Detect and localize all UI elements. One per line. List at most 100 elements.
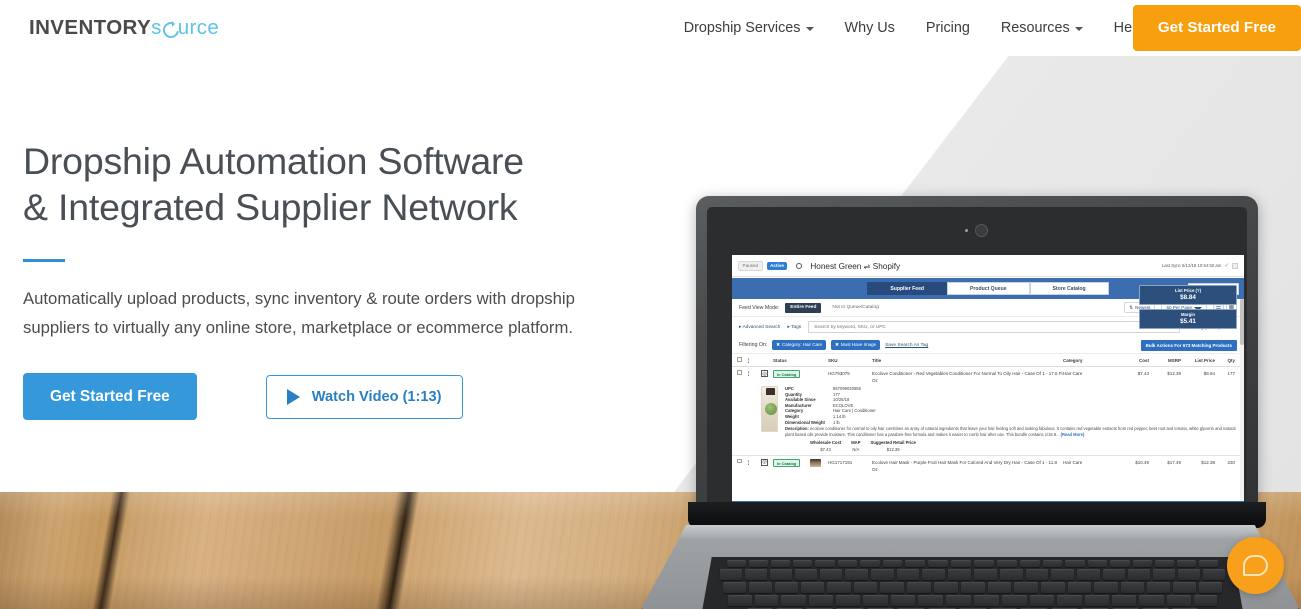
- title-underline-rule: [23, 259, 65, 262]
- preview-icon[interactable]: ◎: [761, 458, 768, 466]
- search-input[interactable]: [814, 324, 1168, 330]
- price-col-wholesale: Wholesale Cost $7.43: [805, 440, 846, 452]
- keyboard-key: [727, 595, 752, 606]
- row-info-cell[interactable]: i: [748, 459, 761, 466]
- keyboard-key: [928, 560, 949, 567]
- feed-mode-not-in-queue[interactable]: Not In Queue/Catalog: [827, 303, 883, 313]
- col-header-title: Title: [872, 357, 882, 363]
- row-checkbox-cell[interactable]: [737, 370, 748, 376]
- laptop-product-screenshot: Paused Active Honest Green ⇌ Shopify Las…: [640, 196, 1301, 609]
- nav-label: Resources: [1000, 20, 1070, 36]
- preview-icon[interactable]: ◎: [761, 370, 768, 377]
- keyboard-key: [1127, 569, 1151, 580]
- keyboard-key: [820, 569, 843, 580]
- product-detail-fields: UPC 857099030656 Quantity 177 Available …: [785, 386, 1239, 452]
- tab-product-queue[interactable]: Product Queue: [947, 282, 1030, 295]
- table-row[interactable]: i ◎ In Catalog HG1717191 Ecolove Hair Ma…: [732, 456, 1244, 476]
- webcam-icon: [975, 224, 988, 237]
- keyboard-key: [853, 582, 878, 593]
- status-badge: In Catalog: [773, 370, 801, 378]
- laptop-screen: Paused Active Honest Green ⇌ Shopify Las…: [732, 255, 1244, 508]
- keyboard-key: [754, 595, 779, 606]
- save-search-as-tag-link[interactable]: Save Search As Tag: [885, 343, 928, 348]
- search-input-wrapper[interactable]: 🔍: [808, 321, 1181, 333]
- status-paused-toggle[interactable]: Paused: [738, 260, 763, 271]
- detail-value: 1 lb: [833, 419, 840, 425]
- list-price-box[interactable]: List Price (?) $8.84: [1139, 285, 1237, 305]
- status-active-toggle[interactable]: Active: [766, 261, 788, 270]
- chevron-down-icon: [1074, 27, 1083, 31]
- keyboard-key: [1110, 560, 1130, 567]
- scrollbar-thumb[interactable]: [1240, 299, 1244, 345]
- keyboard-key: [770, 560, 790, 567]
- nav-item-dropship-services[interactable]: Dropship Services: [684, 20, 814, 36]
- row-title[interactable]: Ecolove Conditioner - Red Vegetables Con…: [872, 370, 1063, 384]
- header-get-started-button[interactable]: Get Started Free: [1132, 5, 1301, 51]
- info-col-header: i: [748, 357, 761, 364]
- watch-video-button[interactable]: Watch Video (1:13): [265, 374, 463, 419]
- close-icon[interactable]: ✖: [835, 340, 839, 350]
- info-icon[interactable]: i: [748, 371, 750, 376]
- select-all-cell[interactable]: [737, 357, 748, 363]
- tab-supplier-feed[interactable]: Supplier Feed: [867, 282, 948, 295]
- filter-tag-category[interactable]: ✖ Category: Hair Care: [772, 340, 827, 350]
- keyboard-key: [1193, 595, 1218, 606]
- camera-indicator-icon: [965, 229, 968, 232]
- keyboard-key: [1051, 569, 1075, 580]
- price-col-value: N/A: [852, 446, 860, 452]
- row-preview-cell[interactable]: ◎: [761, 370, 773, 377]
- laptop-bezel: Paused Active Honest Green ⇌ Shopify Las…: [707, 207, 1247, 508]
- logo-text-s: s: [151, 16, 162, 39]
- laptop-base: [640, 502, 1301, 609]
- col-header-sku: SKU: [828, 357, 838, 363]
- info-icon[interactable]: i: [748, 459, 750, 465]
- chat-support-button[interactable]: [1227, 537, 1284, 594]
- keyboard-key: [726, 560, 746, 567]
- close-icon[interactable]: ✖: [776, 340, 780, 350]
- row-title[interactable]: Ecolove Hair Mask - Purple Fruit Hair Ma…: [872, 459, 1063, 473]
- row-qty: 177: [1227, 371, 1235, 376]
- tags-link[interactable]: ▸ Tags: [787, 325, 801, 330]
- products-table: i Status SKU Title Category Cost MSRP Li…: [732, 354, 1244, 476]
- margin-box-title: Margin: [1180, 312, 1196, 317]
- site-logo[interactable]: INVENTORYs urce: [29, 16, 219, 40]
- advanced-search-link[interactable]: ▸ Advanced Search: [739, 325, 780, 330]
- keyboard-key: [1172, 582, 1196, 593]
- margin-box[interactable]: Margin $5.41: [1139, 309, 1237, 329]
- product-detail-panel: UPC 857099030656 Quantity 177 Available …: [732, 384, 1244, 452]
- collapse-icon[interactable]: [1232, 262, 1238, 269]
- nav-item-pricing[interactable]: Pricing: [926, 20, 970, 36]
- nav-item-why-us[interactable]: Why Us: [845, 20, 895, 36]
- advanced-search-label: Advanced Search: [742, 324, 781, 330]
- keyboard-key: [845, 569, 868, 580]
- keyboard-key: [906, 582, 931, 593]
- checkbox-icon[interactable]: [737, 370, 742, 375]
- checkbox-icon[interactable]: [737, 357, 742, 362]
- play-icon: [286, 388, 300, 405]
- keyboard-key: [1094, 582, 1118, 593]
- row-checkbox-cell[interactable]: [737, 458, 748, 465]
- filter-tag-must-have-image[interactable]: ✖ Must Have Image: [831, 340, 881, 350]
- nav-label: Dropship Services: [683, 20, 801, 36]
- row-preview-cell[interactable]: ◎: [761, 458, 773, 466]
- table-row[interactable]: i ◎ In Catalog HG793075 Ecolove Conditio…: [732, 367, 1244, 384]
- bulk-actions-button[interactable]: Bulk Actions For 673 Matching Products: [1140, 339, 1237, 351]
- feed-mode-entire-feed[interactable]: Entire Feed: [785, 302, 822, 313]
- nav-item-resources[interactable]: Resources: [1001, 20, 1083, 36]
- checkbox-icon[interactable]: [737, 458, 742, 464]
- keyboard-key: [1014, 582, 1039, 593]
- keyboard-key: [835, 595, 861, 606]
- logo-text-inventory: INVENTORY: [29, 16, 152, 39]
- margin-box-value: $5.41: [1180, 318, 1196, 325]
- tab-store-catalog[interactable]: Store Catalog: [1029, 282, 1109, 295]
- laptop-lid: Paused Active Honest Green ⇌ Shopify Las…: [696, 196, 1258, 519]
- row-category: Hair Care: [1063, 459, 1083, 465]
- hero-get-started-button[interactable]: Get Started Free: [23, 373, 197, 420]
- nav-label: Pricing: [925, 20, 970, 36]
- keyboard-key: [815, 560, 835, 567]
- keyboard-key: [1041, 582, 1065, 593]
- row-info-cell[interactable]: i: [748, 370, 761, 377]
- read-more-link[interactable]: (Read More): [1061, 432, 1085, 437]
- page-root: INVENTORYs urce Dropship Services Why Us …: [0, 0, 1301, 609]
- col-header-list-price: List Price: [1194, 357, 1215, 363]
